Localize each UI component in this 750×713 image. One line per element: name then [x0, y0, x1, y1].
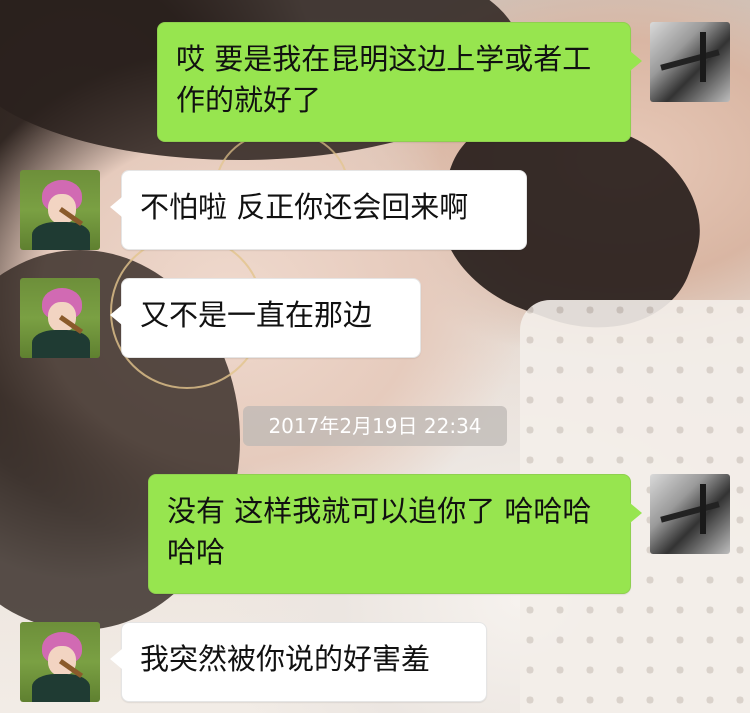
avatar-post-shape — [700, 484, 706, 534]
my-avatar[interactable] — [650, 22, 730, 102]
avatar-post-shape — [700, 32, 706, 82]
message-bubble-outgoing[interactable]: 没有 这样我就可以追你了 哈哈哈哈哈 — [148, 474, 642, 594]
message-bubble-incoming[interactable]: 不怕啦 反正你还会回来啊 — [110, 170, 527, 250]
avatar-pier-shape — [660, 49, 720, 71]
friend-avatar[interactable] — [20, 622, 100, 702]
avatar-pier-shape — [660, 501, 720, 523]
avatar-body-shape — [32, 330, 90, 358]
friend-avatar[interactable] — [20, 170, 100, 250]
avatar-body-shape — [32, 222, 90, 250]
message-text: 又不是一直在那边 — [140, 298, 373, 332]
message-bubble-incoming[interactable]: 我突然被你说的好害羞 — [110, 622, 487, 702]
avatar-body-shape — [32, 674, 90, 702]
message-text: 哎 要是我在昆明这边上学或者工作的就好了 — [176, 42, 592, 117]
my-avatar[interactable] — [650, 474, 730, 554]
message-text: 我突然被你说的好害羞 — [140, 642, 431, 676]
message-text: 不怕啦 反正你还会回来啊 — [140, 190, 469, 224]
message-text: 没有 这样我就可以追你了 哈哈哈哈哈 — [167, 494, 592, 569]
friend-avatar[interactable] — [20, 278, 100, 358]
message-bubble-outgoing[interactable]: 哎 要是我在昆明这边上学或者工作的就好了 — [157, 22, 642, 142]
message-bubble-incoming[interactable]: 又不是一直在那边 — [110, 278, 421, 358]
chat-timestamp: 2017年2月19日 22:34 — [243, 406, 507, 446]
